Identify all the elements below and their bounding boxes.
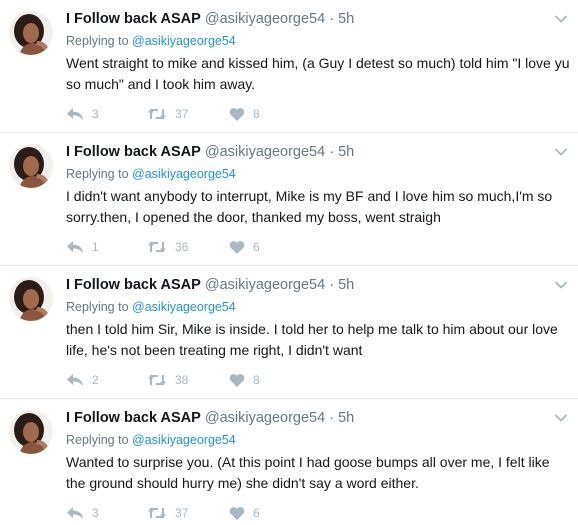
replying-to-mention[interactable]: @asikiyageorge54 — [132, 167, 236, 181]
heart-icon — [229, 506, 245, 520]
like-count: 6 — [253, 506, 260, 520]
display-name[interactable]: I Follow back ASAP — [66, 144, 201, 160]
avatar[interactable] — [9, 11, 53, 55]
tweet[interactable]: I Follow back ASAP @asikiyageorge54 · 5h… — [0, 266, 578, 399]
tweet-feed: I Follow back ASAP @asikiyageorge54 · 5h… — [0, 0, 578, 525]
retweet-icon — [148, 241, 166, 253]
timestamp[interactable]: 5h — [338, 277, 354, 293]
retweet-button[interactable]: 37 — [147, 503, 188, 523]
reply-icon — [67, 241, 83, 253]
reply-count: 3 — [92, 107, 99, 121]
avatar-image — [9, 277, 53, 321]
retweet-icon — [148, 374, 166, 386]
reply-icon — [67, 108, 83, 120]
avatar-image — [9, 11, 53, 55]
tweet-actions: 2 38 8 — [66, 370, 326, 390]
chevron-down-icon[interactable] — [554, 145, 568, 159]
reply-icon — [67, 374, 83, 386]
replying-to: Replying to @asikiyageorge54 — [66, 300, 236, 314]
replying-to-label: Replying to — [66, 300, 129, 314]
reply-count: 2 — [92, 373, 99, 387]
chevron-down-icon[interactable] — [554, 12, 568, 26]
avatar-image — [9, 410, 53, 454]
retweet-icon — [148, 108, 166, 120]
reply-button[interactable]: 1 — [66, 237, 99, 257]
separator: · — [329, 410, 335, 426]
replying-to-label: Replying to — [66, 433, 129, 447]
timestamp[interactable]: 5h — [338, 410, 354, 426]
like-button[interactable]: 6 — [229, 237, 260, 257]
retweet-icon — [148, 507, 166, 519]
like-button[interactable]: 6 — [229, 503, 260, 523]
replying-to-mention[interactable]: @asikiyageorge54 — [132, 34, 236, 48]
separator: · — [329, 277, 335, 293]
like-count: 6 — [253, 240, 260, 254]
display-name[interactable]: I Follow back ASAP — [66, 410, 201, 426]
chevron-down-icon[interactable] — [554, 411, 568, 425]
tweet-header: I Follow back ASAP @asikiyageorge54 · 5h — [66, 410, 354, 430]
reply-count: 3 — [92, 506, 99, 520]
like-button[interactable]: 8 — [229, 370, 260, 390]
heart-icon — [229, 240, 245, 254]
tweet-header: I Follow back ASAP @asikiyageorge54 · 5h — [66, 277, 354, 297]
replying-to-mention[interactable]: @asikiyageorge54 — [132, 433, 236, 447]
avatar[interactable] — [9, 144, 53, 188]
replying-to-label: Replying to — [66, 167, 129, 181]
timestamp[interactable]: 5h — [338, 11, 354, 27]
reply-count: 1 — [92, 240, 99, 254]
chevron-down-icon[interactable] — [554, 278, 568, 292]
tweet-actions: 1 36 6 — [66, 237, 326, 257]
tweet[interactable]: I Follow back ASAP @asikiyageorge54 · 5h… — [0, 133, 578, 266]
reply-icon — [67, 507, 83, 519]
tweet-text: then I told him Sir, Mike is inside. I t… — [66, 321, 558, 358]
display-name[interactable]: I Follow back ASAP — [66, 277, 201, 293]
replying-to-label: Replying to — [66, 34, 129, 48]
heart-icon — [229, 373, 245, 387]
tweet-text: I didn't want anybody to interrupt, Mike… — [66, 188, 553, 225]
retweet-count: 38 — [175, 373, 189, 387]
reply-button[interactable]: 2 — [66, 370, 99, 390]
retweet-button[interactable]: 36 — [147, 237, 188, 257]
retweet-button[interactable]: 37 — [147, 104, 188, 124]
user-handle[interactable]: @asikiyageorge54 — [205, 410, 325, 426]
reply-button[interactable]: 3 — [66, 503, 99, 523]
tweet-text: Wanted to surprise you. (At this point I… — [66, 454, 550, 491]
separator: · — [329, 11, 335, 27]
retweet-button[interactable]: 38 — [147, 370, 188, 390]
avatar-image — [9, 144, 53, 188]
avatar[interactable] — [9, 277, 53, 321]
replying-to: Replying to @asikiyageorge54 — [66, 433, 236, 447]
reply-button[interactable]: 3 — [66, 104, 99, 124]
replying-to: Replying to @asikiyageorge54 — [66, 167, 236, 181]
replying-to: Replying to @asikiyageorge54 — [66, 34, 236, 48]
separator: · — [329, 144, 335, 160]
tweet-header: I Follow back ASAP @asikiyageorge54 · 5h — [66, 11, 354, 31]
retweet-count: 37 — [175, 107, 189, 121]
user-handle[interactable]: @asikiyageorge54 — [205, 11, 325, 27]
tweet-header: I Follow back ASAP @asikiyageorge54 · 5h — [66, 144, 354, 164]
tweet-actions: 3 37 6 — [66, 503, 326, 523]
like-count: 8 — [253, 107, 260, 121]
avatar[interactable] — [9, 410, 53, 454]
tweet[interactable]: I Follow back ASAP @asikiyageorge54 · 5h… — [0, 399, 578, 525]
tweet-actions: 3 37 8 — [66, 104, 326, 124]
user-handle[interactable]: @asikiyageorge54 — [205, 144, 325, 160]
display-name[interactable]: I Follow back ASAP — [66, 11, 201, 27]
heart-icon — [229, 107, 245, 121]
retweet-count: 37 — [175, 506, 189, 520]
like-count: 8 — [253, 373, 260, 387]
replying-to-mention[interactable]: @asikiyageorge54 — [132, 300, 236, 314]
timestamp[interactable]: 5h — [338, 144, 354, 160]
like-button[interactable]: 8 — [229, 104, 260, 124]
user-handle[interactable]: @asikiyageorge54 — [205, 277, 325, 293]
retweet-count: 36 — [175, 240, 189, 254]
tweet-text: Went straight to mike and kissed him, (a… — [66, 55, 570, 92]
tweet[interactable]: I Follow back ASAP @asikiyageorge54 · 5h… — [0, 0, 578, 133]
